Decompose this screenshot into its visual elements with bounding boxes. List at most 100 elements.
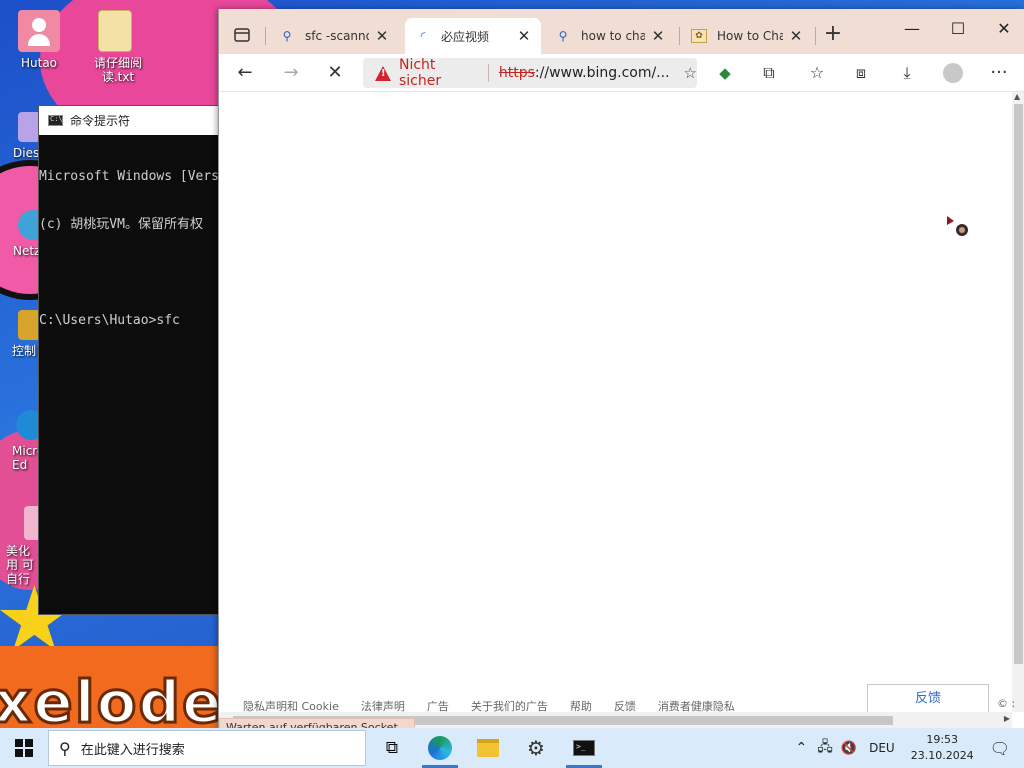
edge-icon xyxy=(428,736,452,760)
extension-icon[interactable]: ◆ xyxy=(709,59,741,87)
scroll-right-icon[interactable]: ▶ xyxy=(1004,714,1010,723)
address-separator xyxy=(487,64,489,82)
web-page[interactable]: ▲ 隐私声明和 Cookie 法律声明 广告 关于我们的广告 帮助 反馈 消费者… xyxy=(219,92,1024,738)
url-scheme: https xyxy=(498,65,535,81)
clock-date: 23.10.2024 xyxy=(910,749,974,762)
taskbar-edge[interactable] xyxy=(416,728,464,768)
clock[interactable]: 19:53 23.10.2024 xyxy=(911,732,974,764)
forward-button[interactable]: → xyxy=(275,59,307,87)
close-tab-icon[interactable]: ✕ xyxy=(375,27,389,45)
search-icon: ⚲ xyxy=(282,29,292,43)
profile-avatar[interactable] xyxy=(937,59,969,87)
avatar-icon xyxy=(943,63,963,83)
desktop-icon-label: 控制 xyxy=(12,344,37,358)
task-view-icon: ⧉ xyxy=(385,738,399,758)
extensions-puzzle-icon[interactable]: ⧉ xyxy=(753,59,785,87)
tab-how-to-chang[interactable]: ⚲ how to chang ✕ xyxy=(545,18,675,54)
busy-cursor-icon xyxy=(947,216,968,236)
close-window-button[interactable]: ✕ xyxy=(981,15,1024,43)
back-button[interactable]: ← xyxy=(229,59,261,87)
desktop-icon-label: 请仔细阅读.txt xyxy=(93,56,142,84)
search-placeholder: 在此键入进行搜索 xyxy=(80,742,185,758)
add-favorite-icon[interactable]: ☆ xyxy=(684,64,697,82)
taskbar-cmd[interactable]: >_ xyxy=(560,728,608,768)
cmd-console[interactable]: Microsoft Windows [Vers (c) 胡桃玩VM。保留所有权 … xyxy=(39,135,227,361)
taskbar: ⚲ 在此键入进行搜索 ⧉ ⚙ >_ ⌃ 🖧 🔇 DEU 19:53 23.10.… xyxy=(0,728,1024,768)
address-bar[interactable]: Nicht sicher https ://www.bing.com/... ☆ xyxy=(363,57,697,89)
favorites-icon[interactable]: ☆ xyxy=(801,59,833,87)
browser-toolbar: ← → ✕ Nicht sicher https ://www.bing.com… xyxy=(219,54,1024,92)
cmd-line: (c) 胡桃玩VM。保留所有权 xyxy=(39,217,203,232)
minimize-button[interactable]: — xyxy=(889,15,935,43)
new-tab-button[interactable]: + xyxy=(819,23,847,45)
cmd-line xyxy=(39,265,227,281)
tab-label: How to Chan xyxy=(717,29,783,43)
warning-icon xyxy=(375,65,391,81)
downloads-icon[interactable]: ⤓ xyxy=(891,59,923,87)
desktop-icon-label: 美化用 可自行 xyxy=(6,544,34,586)
close-tab-icon[interactable]: ✕ xyxy=(651,27,665,45)
notifications-icon[interactable]: 🗨 xyxy=(984,739,1024,758)
start-button[interactable] xyxy=(0,728,48,768)
show-hidden-icons-chevron-up-icon[interactable]: ⌃ xyxy=(790,740,814,756)
desktop-icon-network[interactable]: Netz xyxy=(0,210,48,258)
desktop-icon-edge[interactable]: Micro Ed xyxy=(0,410,46,472)
text-file-icon xyxy=(98,10,132,52)
user-folder-icon xyxy=(18,10,60,52)
desktop-icon-diese[interactable]: Diese xyxy=(0,112,47,160)
desktop-icon-hutao[interactable]: Hutao xyxy=(4,10,74,70)
close-tab-icon[interactable]: ✕ xyxy=(789,27,803,45)
desktop-icon-control-panel[interactable]: 控制 xyxy=(0,310,44,358)
cmd-line: Microsoft Windows [Vers xyxy=(39,169,220,184)
tab-label: sfc -scannow xyxy=(305,29,369,43)
gear-icon: ⚙ xyxy=(527,736,545,760)
tab-how-to-chan[interactable]: ✿ How to Chan ✕ xyxy=(681,18,813,54)
cmd-titlebar[interactable]: 命令提示符 xyxy=(39,106,227,135)
scrollbar-thumb[interactable] xyxy=(1014,104,1023,664)
cmd-window[interactable]: 命令提示符 Microsoft Windows [Vers (c) 胡桃玩VM。… xyxy=(38,105,228,615)
search-icon: ⚲ xyxy=(59,738,71,758)
close-tab-icon[interactable]: ✕ xyxy=(517,27,531,45)
stop-loading-button[interactable]: ✕ xyxy=(319,59,351,87)
security-status[interactable]: Nicht sicher xyxy=(399,57,478,89)
network-icon[interactable]: 🖧 xyxy=(813,736,837,760)
tab-label: 必应视频 xyxy=(441,29,490,44)
desktop-icon-label: Netz xyxy=(13,244,41,258)
vertical-scrollbar[interactable]: ▲ xyxy=(1012,92,1024,712)
system-tray: ⌃ 🖧 🔇 DEU 19:53 23.10.2024 🗨 xyxy=(790,728,1024,768)
windows-logo-icon xyxy=(15,739,33,757)
tab-actions-button[interactable] xyxy=(227,23,257,47)
feedback-button[interactable]: 反馈 xyxy=(867,684,989,714)
url-text: ://www.bing.com/... xyxy=(534,65,670,81)
cmd-icon: >_ xyxy=(573,740,595,756)
tab-bing-video[interactable]: ◜ 必应视频 ✕ xyxy=(405,18,541,54)
search-icon: ⚲ xyxy=(558,29,568,43)
loading-spinner-icon: ◜ xyxy=(420,29,426,43)
site-favicon-icon: ✿ xyxy=(691,29,707,43)
tab-sfc-scannow[interactable]: ⚲ sfc -scannow ✕ xyxy=(269,18,399,54)
desktop-icon-label: Hutao xyxy=(20,56,58,70)
desktop-icon-beautify[interactable]: 美化用 可自行 xyxy=(0,506,46,586)
tab-label: how to chang xyxy=(581,29,645,43)
volume-muted-icon[interactable]: 🔇 xyxy=(837,741,861,756)
desktop-icon-label: Micro Ed xyxy=(12,444,45,472)
collections-icon[interactable]: ⧈ xyxy=(845,59,877,87)
browser-window[interactable]: ⚲ sfc -scannow ✕ ◜ 必应视频 ✕ ⚲ how to chang… xyxy=(218,9,1024,738)
tab-actions-icon xyxy=(234,28,250,42)
maximize-button[interactable]: ☐ xyxy=(935,15,981,43)
settings-more-button[interactable]: ··· xyxy=(983,59,1015,87)
desktop-icon-readme[interactable]: 请仔细阅读.txt xyxy=(80,10,150,84)
tab-separator xyxy=(265,27,266,45)
taskbar-search-box[interactable]: ⚲ 在此键入进行搜索 xyxy=(48,730,366,766)
cmd-icon xyxy=(48,115,67,126)
cmd-prompt-line: C:\Users\Hutao>sfc xyxy=(39,313,180,328)
tab-separator xyxy=(679,27,680,45)
desktop-icon-label: Diese xyxy=(13,146,47,160)
taskbar-file-explorer[interactable] xyxy=(464,728,512,768)
tab-bar: ⚲ sfc -scannow ✕ ◜ 必应视频 ✕ ⚲ how to chang… xyxy=(219,9,1024,54)
task-view-button[interactable]: ⧉ xyxy=(368,728,416,768)
scroll-up-icon[interactable]: ▲ xyxy=(1014,92,1020,101)
clock-time: 19:53 xyxy=(926,733,959,746)
language-indicator[interactable]: DEU xyxy=(861,741,903,755)
taskbar-settings[interactable]: ⚙ xyxy=(512,728,560,768)
